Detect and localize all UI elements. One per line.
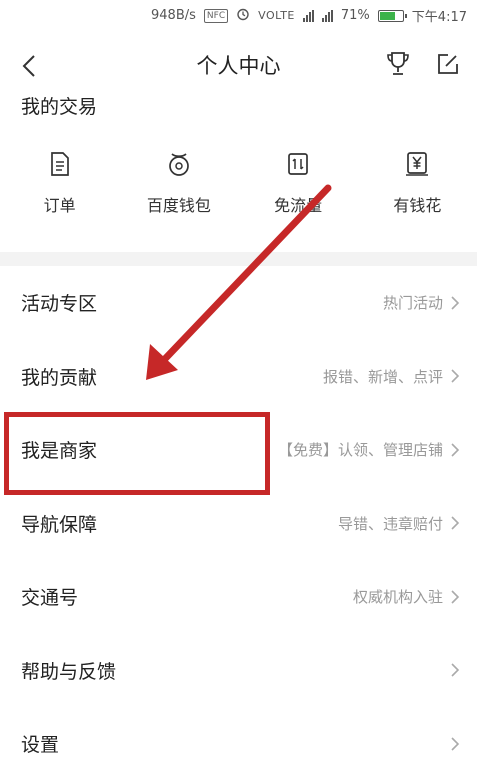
yen-icon bbox=[406, 152, 429, 176]
settings-menu: 活动专区 热门活动 我的贡献 报错、新增、点评 我是商家 【免费】认领、管理店铺… bbox=[0, 266, 477, 768]
signal-4g-icon bbox=[321, 9, 333, 22]
menu-item-label: 交通号 bbox=[21, 587, 79, 610]
menu-item-label: 活动专区 bbox=[21, 293, 98, 316]
menu-item-hint: 导错、违章赔付 bbox=[337, 514, 443, 533]
menu-item-activities[interactable]: 活动专区 热门活动 bbox=[0, 266, 477, 340]
transactions-grid: 订单 百度钱包 免流量 有钱花 bbox=[0, 150, 477, 216]
menu-item-merchant[interactable]: 我是商家 【免费】认领、管理店铺 bbox=[0, 413, 477, 487]
order-label: 订单 bbox=[43, 196, 76, 215]
menu-item-label: 导航保障 bbox=[21, 513, 98, 536]
menu-item-label: 我是商家 bbox=[21, 440, 98, 463]
menu-item-navigation-guarantee[interactable]: 导航保障 导错、违章赔付 bbox=[0, 487, 477, 561]
trophy-button[interactable] bbox=[385, 50, 411, 80]
youqianhua-label: 有钱花 bbox=[393, 196, 442, 215]
volte-indicator: VOLTE bbox=[258, 9, 295, 22]
menu-item-hint: 报错、新增、点评 bbox=[322, 367, 443, 386]
menu-item-hint: 【免费】认领、管理店铺 bbox=[277, 441, 443, 460]
baidu-wallet-entry[interactable]: 百度钱包 bbox=[119, 150, 238, 216]
section-divider bbox=[0, 252, 477, 266]
clock: 下午4:17 bbox=[411, 10, 467, 25]
wallet-icon bbox=[169, 153, 189, 176]
chevron-right-icon bbox=[451, 296, 460, 310]
menu-item-hint: 权威机构入驻 bbox=[352, 588, 443, 607]
trophy-icon bbox=[387, 52, 409, 75]
baidu-wallet-label: 百度钱包 bbox=[146, 196, 211, 215]
chevron-right-icon bbox=[451, 516, 460, 530]
menu-item-label: 设置 bbox=[21, 734, 60, 757]
chevron-right-icon bbox=[451, 590, 460, 604]
menu-item-label: 帮助与反馈 bbox=[21, 660, 117, 683]
edit-icon bbox=[438, 54, 458, 74]
transactions-section: 我的交易 订单 百度钱包 免流量 有钱花 bbox=[0, 88, 477, 252]
menu-item-settings[interactable]: 设置 bbox=[0, 707, 477, 768]
alarm-icon bbox=[236, 7, 250, 25]
menu-item-contributions[interactable]: 我的贡献 报错、新增、点评 bbox=[0, 340, 477, 414]
edit-button[interactable] bbox=[435, 50, 461, 80]
data-free-label: 免流量 bbox=[274, 196, 323, 215]
chevron-right-icon bbox=[451, 663, 460, 677]
menu-item-hint: 热门活动 bbox=[382, 294, 443, 313]
order-entry[interactable]: 订单 bbox=[0, 150, 119, 216]
document-icon bbox=[50, 152, 69, 176]
chevron-right-icon bbox=[451, 737, 460, 751]
battery-icon bbox=[377, 9, 407, 22]
chevron-right-icon bbox=[451, 443, 460, 457]
network-speed: 948B/s bbox=[151, 8, 196, 23]
data-free-icon bbox=[288, 153, 308, 175]
menu-item-help-feedback[interactable]: 帮助与反馈 bbox=[0, 634, 477, 708]
chevron-right-icon bbox=[451, 369, 460, 383]
youqianhua-entry[interactable]: 有钱花 bbox=[358, 150, 477, 216]
signal-icon bbox=[302, 9, 314, 22]
section-title: 我的交易 bbox=[21, 96, 98, 118]
data-free-entry[interactable]: 免流量 bbox=[239, 150, 358, 216]
nfc-badge: NFC bbox=[203, 8, 229, 23]
status-bar: 948B/s NFC VOLTE 71% 下午4:17 bbox=[0, 0, 477, 30]
battery-percent: 71% bbox=[340, 8, 370, 23]
menu-item-traffic-account[interactable]: 交通号 权威机构入驻 bbox=[0, 560, 477, 634]
menu-item-label: 我的贡献 bbox=[21, 366, 98, 389]
